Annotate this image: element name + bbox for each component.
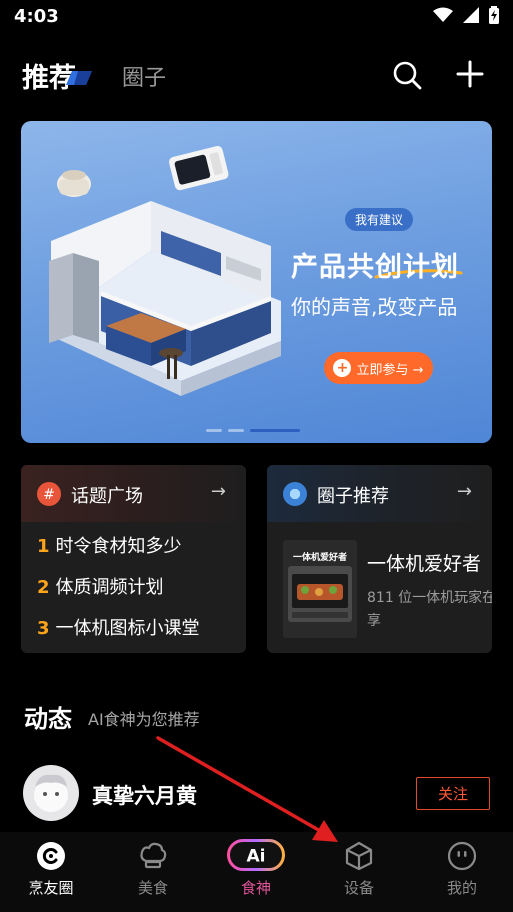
- arrow-right-icon[interactable]: →: [457, 481, 472, 502]
- svg-text:Ai: Ai: [247, 847, 266, 867]
- carousel-indicator: [206, 429, 300, 432]
- thumb-caption: 一体机爱好者: [292, 553, 347, 563]
- topic-text: 体质调频计划: [55, 577, 164, 598]
- banner-subtitle: 你的声音,改变产品: [291, 295, 458, 319]
- circle-card-title: 圈子推荐: [317, 486, 389, 507]
- feed-title: 动态: [24, 705, 72, 733]
- nav-item-community[interactable]: 烹友圈: [0, 832, 102, 912]
- wifi-icon: [433, 7, 453, 22]
- topic-item[interactable]: 3 一体机图标小课堂: [37, 614, 200, 640]
- nav-label: 美食: [137, 879, 168, 897]
- profile-icon: [447, 841, 477, 871]
- nav-item-ai-chef[interactable]: Ai 食神: [205, 832, 307, 912]
- nav-item-me[interactable]: 我的: [411, 832, 513, 912]
- topic-text: 时令食材知多少: [55, 536, 182, 557]
- svg-text:#: #: [43, 487, 55, 503]
- topic-rank: 1: [37, 536, 50, 557]
- topic-square-card[interactable]: # 话题广场 → 1 时令食材知多少 2 体质调频计划 3 一体机图标小课堂: [21, 465, 246, 653]
- topic-rank: 3: [37, 618, 50, 639]
- nav-label: 食神: [240, 879, 271, 897]
- nav-item-device[interactable]: 设备: [308, 832, 410, 912]
- community-icon: [37, 842, 65, 870]
- signal-icon: [463, 7, 479, 23]
- nav-label: 我的: [446, 879, 477, 897]
- circle-card-header[interactable]: 圈子推荐 →: [267, 465, 492, 522]
- topic-item[interactable]: 2 体质调频计划: [37, 573, 164, 599]
- circle-thumbnail[interactable]: 一体机爱好者: [283, 540, 357, 638]
- search-icon[interactable]: [392, 60, 422, 90]
- nav-label: 烹友圈: [28, 879, 74, 897]
- add-icon[interactable]: [456, 60, 484, 88]
- chef-hat-icon: [140, 842, 167, 869]
- feed-subtitle: AI食神为您推荐: [88, 710, 200, 729]
- tab-circle[interactable]: 圈子: [122, 60, 166, 92]
- battery-icon: [489, 6, 499, 24]
- rice-cooker-icon: [57, 170, 91, 197]
- nav-label: 设备: [343, 879, 374, 897]
- ai-icon: Ai: [227, 839, 285, 871]
- status-time: 4:03: [14, 6, 59, 27]
- carousel-dot: [206, 429, 222, 432]
- topic-rank: 2: [37, 577, 50, 598]
- banner-badge: 我有建议: [345, 208, 414, 231]
- bottom-nav: 烹友圈 美食 Ai 食神 设备 我的: [0, 832, 513, 912]
- circle-recommend-card[interactable]: 圈子推荐 → 一体机爱好者 一体机爱好者 811 位一体机玩家在分享: [267, 465, 492, 653]
- carousel-dot-active: [250, 429, 300, 432]
- promo-banner[interactable]: 我有建议 产品共创计划 你的声音,改变产品 + 立即参与 →: [21, 121, 492, 443]
- carousel-dot: [228, 429, 244, 432]
- follow-button[interactable]: 关注: [416, 777, 490, 810]
- plus-icon: +: [333, 359, 352, 377]
- tab-active-indicator: [66, 71, 92, 85]
- topic-card-title: 话题广场: [71, 486, 143, 507]
- user-name[interactable]: 真挚六月黄: [92, 780, 197, 810]
- circle-description: 811 位一体机玩家在分享: [367, 590, 492, 629]
- nav-item-food[interactable]: 美食: [102, 832, 204, 912]
- topic-text: 一体机图标小课堂: [55, 618, 200, 639]
- topic-item[interactable]: 1 时令食材知多少: [37, 532, 182, 558]
- avatar[interactable]: [23, 765, 79, 821]
- banner-title: 产品共创计划: [291, 252, 459, 283]
- microwave-icon: [169, 146, 229, 191]
- join-now-label: 立即参与 →: [356, 362, 424, 378]
- circle-icon: [283, 482, 307, 506]
- arrow-right-icon[interactable]: →: [211, 481, 226, 502]
- hashtag-icon: #: [37, 482, 61, 506]
- circle-name: 一体机爱好者: [367, 553, 482, 575]
- topic-card-header[interactable]: # 话题广场 →: [21, 465, 246, 522]
- join-now-button[interactable]: + 立即参与 →: [324, 352, 433, 384]
- status-icons: [433, 6, 499, 24]
- cube-icon: [345, 841, 373, 871]
